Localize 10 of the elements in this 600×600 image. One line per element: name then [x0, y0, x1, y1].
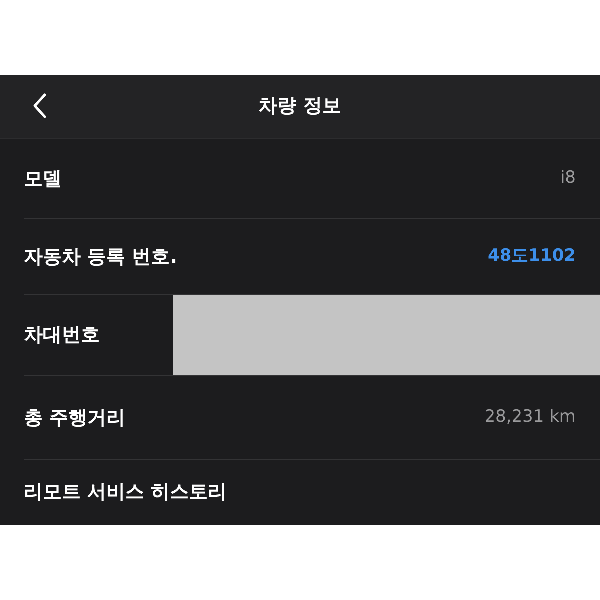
row-value: 28,231 km [484, 406, 576, 430]
back-icon [33, 93, 47, 119]
row-label: 자동차 등록 번호. [24, 244, 178, 270]
page-title: 차량 정보 [258, 94, 342, 120]
row-label: 차대번호 [24, 323, 100, 348]
row-label: 모델 [24, 166, 62, 192]
row-label: 총 주행거리 [24, 406, 126, 431]
row-value: i8 [560, 167, 576, 190]
row-label: 리모트 서비스 히스토리 [24, 480, 228, 506]
registration-link[interactable]: 48도1102 [488, 244, 576, 270]
